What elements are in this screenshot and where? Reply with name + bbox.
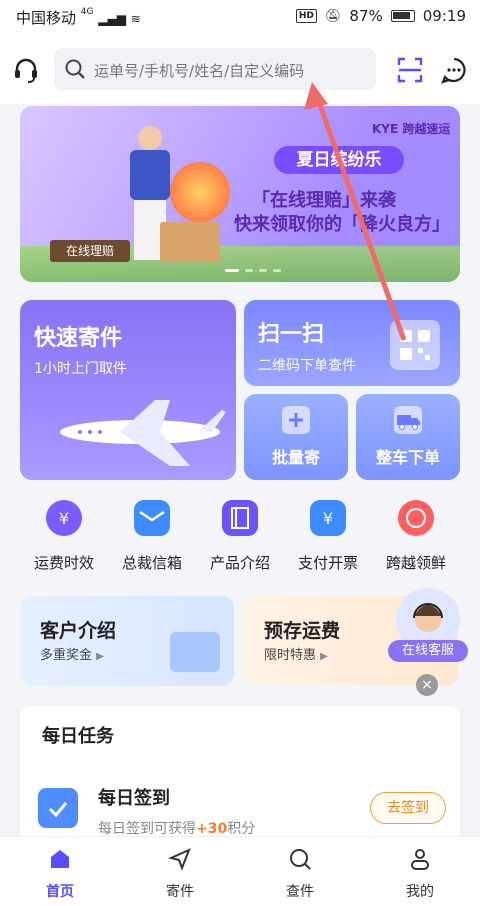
service-product-intro[interactable]: 产品介绍 xyxy=(196,496,284,586)
checkin-points: +30 xyxy=(196,821,228,837)
search-placeholder: 运单号/手机号/姓名/自定义编码 xyxy=(94,62,305,80)
svg-text:¥: ¥ xyxy=(59,509,69,528)
search-icon xyxy=(65,59,85,79)
online-customer-service[interactable]: 在线客服 xyxy=(388,584,468,668)
truck-icon xyxy=(394,406,422,434)
profile-icon xyxy=(411,849,429,870)
home-icon xyxy=(51,850,69,868)
checkin-desc-suffix: 积分 xyxy=(227,821,256,837)
promo-subtitle: 限时特惠 ▶ xyxy=(264,644,328,663)
promo-title: 客户介绍 xyxy=(40,620,117,642)
hd-icon: HD xyxy=(295,9,317,23)
status-bar: 中国移动 4G ▂▄▆ ≋ HD 🔕︎ 87% 09:19 xyxy=(0,0,480,34)
nav-home[interactable]: 首页 xyxy=(0,847,120,901)
promo-subtitle-text: 限时特惠 xyxy=(264,648,317,663)
service-freight-time[interactable]: ¥ 运费时效 xyxy=(20,496,108,586)
carrier: 中国移动 xyxy=(16,9,77,27)
clock: 09:19 xyxy=(422,7,466,25)
nav-label: 查件 xyxy=(286,884,314,900)
service-label: 支付开票 xyxy=(297,554,358,572)
fresh-badge-icon xyxy=(398,500,434,536)
nav-track[interactable]: 查件 xyxy=(240,847,360,901)
mute-icon: 🔕︎ xyxy=(324,8,342,24)
nav-label: 我的 xyxy=(406,884,434,900)
wifi-icon: ≋ xyxy=(130,12,141,26)
calendar-icon xyxy=(38,788,78,828)
battery-percent: 87% xyxy=(349,7,383,25)
checkin-desc-prefix: 每日签到可获得 xyxy=(98,821,196,837)
network-type: 4G xyxy=(80,7,94,17)
headset-icon[interactable] xyxy=(12,56,40,84)
airplane-icon xyxy=(60,400,226,466)
service-label: 产品介绍 xyxy=(209,554,270,572)
service-label: 总裁信箱 xyxy=(121,554,182,572)
quick-send-subtitle: 1小时上门取件 xyxy=(34,361,127,377)
alarm-clock-icon: ¥ xyxy=(46,500,82,536)
play-arrow-icon: ▶ xyxy=(320,651,328,662)
carrier-label: 中国移动 4G ▂▄▆ ≋ xyxy=(16,7,141,28)
close-icon[interactable]: × xyxy=(416,674,438,696)
nav-profile[interactable]: 我的 xyxy=(360,847,480,901)
daily-task-header: 每日任务 xyxy=(42,726,114,747)
status-right: HD 🔕︎ 87% 09:19 xyxy=(295,7,466,25)
banner-fire-figure xyxy=(170,162,230,222)
customer-referral-card[interactable]: 客户介绍 多重奖金 ▶ xyxy=(20,596,234,686)
quick-send-title: 快速寄件 xyxy=(34,326,123,351)
service-kuayue-fresh[interactable]: 跨越领鲜 xyxy=(372,496,460,586)
banner-tag: 在线理赔 xyxy=(50,240,130,262)
payment-phone-icon: ¥ xyxy=(310,500,346,536)
promo-subtitle-text: 多重奖金 xyxy=(40,648,93,663)
promo-subtitle: 多重奖金 ▶ xyxy=(40,644,104,663)
daily-checkin-desc: 每日签到可获得+30积分 xyxy=(98,818,255,838)
service-label: 跨越领鲜 xyxy=(385,554,446,572)
checkin-button[interactable]: 去签到 xyxy=(370,792,446,824)
svg-text:¥: ¥ xyxy=(323,509,333,528)
nav-label: 寄件 xyxy=(166,884,194,900)
service-ceo-mailbox[interactable]: 总裁信箱 xyxy=(108,496,196,586)
daily-checkin-title: 每日签到 xyxy=(98,788,170,809)
bulk-send-card[interactable]: 批量寄 xyxy=(244,394,348,480)
bulk-send-icon xyxy=(282,406,310,434)
nav-label: 首页 xyxy=(46,884,74,900)
service-label: 运费时效 xyxy=(33,554,94,572)
banner-pagination xyxy=(225,269,281,272)
banner-box xyxy=(160,222,220,262)
service-icon-row: ¥ 运费时效 总裁信箱 产品介绍 ¥ 支付开票 跨越领鲜 xyxy=(20,496,460,586)
briefcase-icon xyxy=(170,632,220,672)
service-payment-invoice[interactable]: ¥ 支付开票 xyxy=(284,496,372,586)
promo-title: 预存运费 xyxy=(264,620,341,642)
annotation-arrow xyxy=(304,82,407,341)
track-icon xyxy=(290,849,311,870)
mail-icon xyxy=(134,500,170,536)
signal-icon: ▂▄▆ xyxy=(98,12,126,26)
nav-send[interactable]: 寄件 xyxy=(120,847,240,901)
send-icon xyxy=(167,848,191,871)
quick-send-card[interactable]: 快速寄件 1小时上门取件 xyxy=(20,300,236,480)
battery-icon xyxy=(390,10,415,22)
truck-order-card[interactable]: 整车下单 xyxy=(356,394,460,480)
book-icon xyxy=(222,500,258,536)
play-arrow-icon: ▶ xyxy=(96,651,104,662)
bottom-nav: 首页 寄件 查件 我的 xyxy=(0,836,480,906)
truck-order-label: 整车下单 xyxy=(375,448,440,467)
bulk-send-label: 批量寄 xyxy=(271,448,320,467)
message-icon[interactable] xyxy=(440,56,468,84)
online-service-label: 在线客服 xyxy=(388,640,468,662)
